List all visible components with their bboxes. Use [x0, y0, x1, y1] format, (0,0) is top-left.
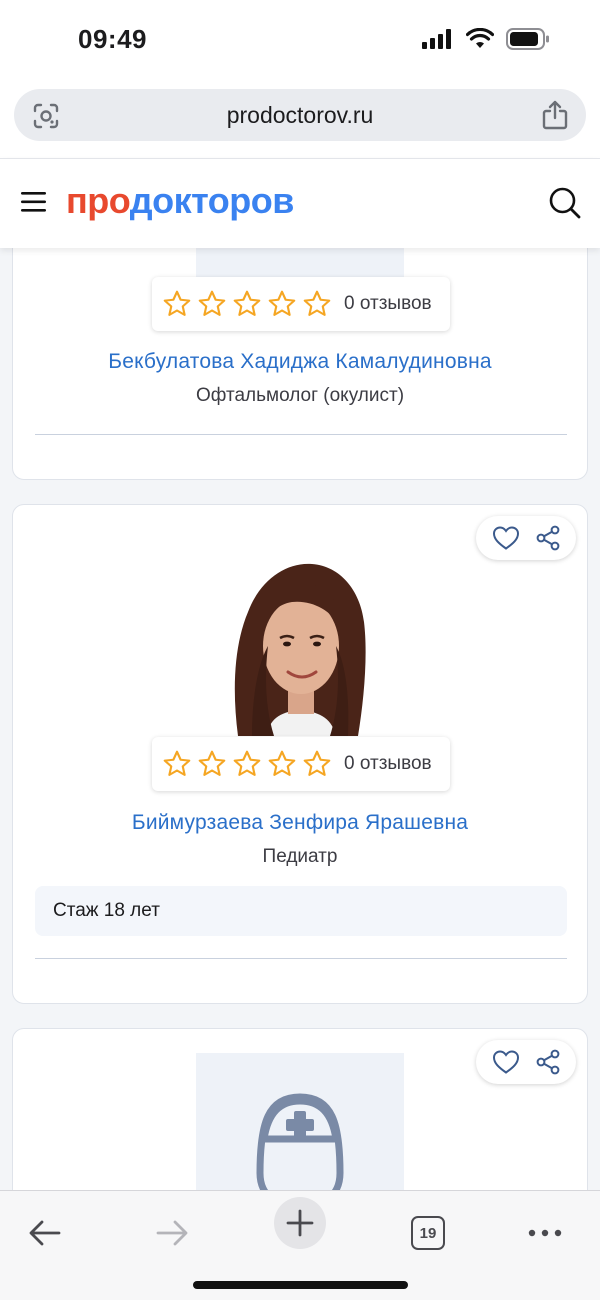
rating-box[interactable]: 0 отзывов: [152, 277, 450, 331]
tab-count: 19: [419, 1224, 437, 1242]
doctor-photo[interactable]: [208, 550, 392, 736]
site-logo[interactable]: продокторов: [66, 180, 294, 222]
star-icon: [198, 750, 226, 776]
search-icon[interactable]: [548, 186, 582, 220]
favorite-heart-icon[interactable]: [492, 525, 520, 551]
tabs-count-icon: 19: [411, 1216, 445, 1250]
logo-part-red: про: [66, 180, 130, 221]
share-nodes-icon[interactable]: [535, 1049, 561, 1075]
browser-address-area: prodoctorov.ru: [0, 80, 600, 158]
card-actions: [476, 516, 576, 560]
star-icon: [268, 290, 296, 316]
address-bar[interactable]: prodoctorov.ru: [14, 89, 586, 141]
star-icon: [233, 750, 261, 776]
url-text: prodoctorov.ru: [226, 102, 374, 128]
doctor-card[interactable]: [12, 1028, 588, 1190]
divider: [35, 958, 567, 959]
more-button[interactable]: [517, 1205, 573, 1261]
star-icon: [163, 750, 191, 776]
star-icon: [303, 290, 331, 316]
doctor-card[interactable]: 0 отзывов Биймурзаева Зенфира Ярашевна П…: [12, 504, 588, 1004]
arrow-right-icon: [156, 1220, 188, 1246]
card-actions: [476, 1040, 576, 1084]
rating-stars: [162, 749, 332, 779]
reviews-count: 0 отзывов: [344, 753, 432, 774]
cellular-signal-icon: [422, 29, 451, 49]
doctor-specialty: Офтальмолог (окулист): [195, 385, 405, 406]
experience-badge: Стаж 18 лет: [35, 886, 567, 936]
star-icon: [198, 290, 226, 316]
forward-button[interactable]: [144, 1205, 200, 1261]
battery-icon: [506, 28, 549, 50]
doctor-name-link[interactable]: Биймурзаева Зенфира Ярашевна: [13, 811, 587, 835]
doctor-photo: [196, 1053, 404, 1190]
home-indicator[interactable]: [193, 1281, 408, 1289]
doctor-list: 0 отзывов Бекбулатова Хадиджа Камалудино…: [0, 248, 600, 1190]
site-header: продокторов: [0, 158, 600, 248]
star-icon: [303, 750, 331, 776]
rating-box[interactable]: 0 отзывов: [152, 737, 450, 791]
favorite-heart-icon[interactable]: [492, 1049, 520, 1075]
back-button[interactable]: [17, 1205, 73, 1261]
status-time: 09:49: [78, 24, 147, 54]
status-icons: [422, 28, 550, 50]
plus-icon: [286, 1209, 314, 1237]
reviews-count: 0 отзывов: [344, 293, 432, 314]
doctor-card[interactable]: 0 отзывов Бекбулатова Хадиджа Камалудино…: [12, 248, 588, 480]
star-icon: [268, 750, 296, 776]
doctor-placeholder-icon: [256, 1093, 344, 1190]
share-nodes-icon[interactable]: [535, 525, 561, 551]
doctor-name-link[interactable]: Бекбулатова Хадиджа Камалудиновна: [13, 350, 587, 374]
share-icon[interactable]: [542, 100, 568, 130]
divider: [35, 434, 567, 435]
rating-stars: [162, 289, 332, 319]
doctor-photo: [196, 248, 404, 277]
star-icon: [233, 290, 261, 316]
wifi-icon: [466, 28, 494, 48]
hamburger-menu-icon[interactable]: [20, 190, 48, 214]
new-tab-button[interactable]: [274, 1197, 326, 1249]
tabs-button[interactable]: 19: [400, 1205, 456, 1261]
doctor-specialty: Педиатр: [262, 846, 338, 867]
doctor-portrait: [208, 550, 392, 736]
more-dots-icon: [528, 1229, 562, 1237]
star-icon: [163, 290, 191, 316]
status-bar: 09:49: [0, 0, 600, 80]
arrow-left-icon: [29, 1220, 61, 1246]
logo-part-blue: докторов: [129, 180, 295, 221]
